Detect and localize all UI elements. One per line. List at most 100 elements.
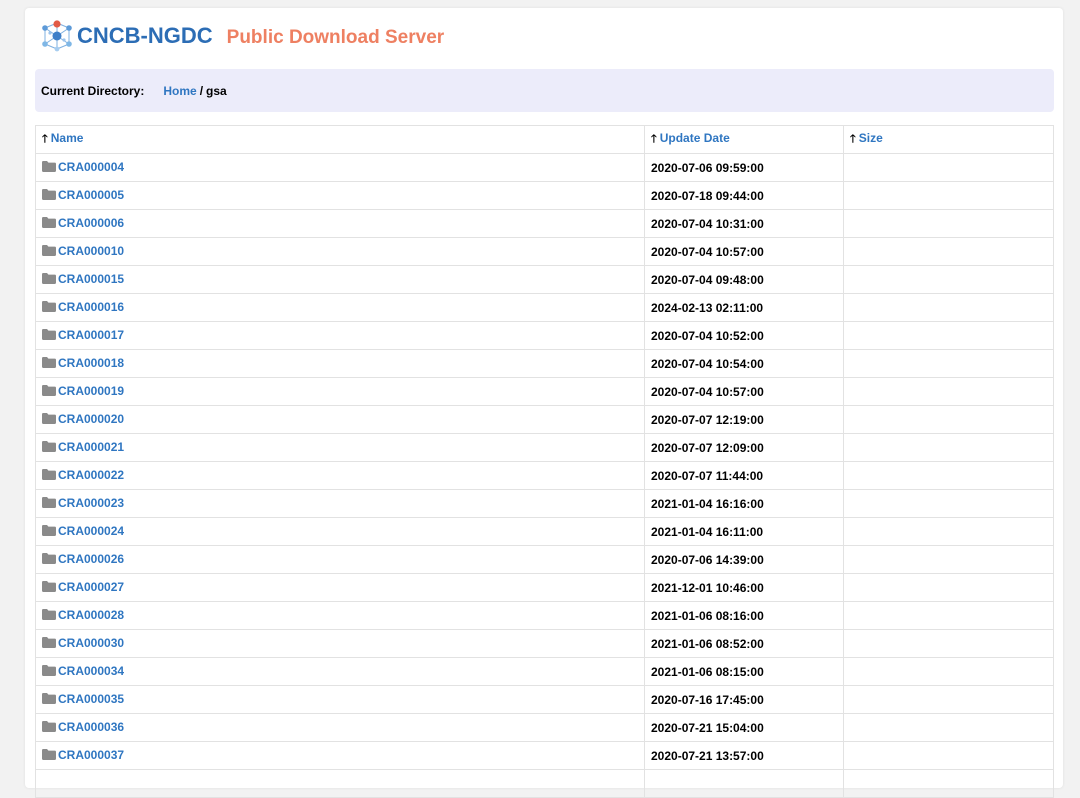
cell-update-date: 2020-07-18 09:44:00 (644, 181, 844, 210)
breadcrumb-home-link[interactable]: Home (163, 84, 196, 98)
folder-name: CRA000016 (58, 299, 125, 314)
folder-link[interactable]: CRA000016 (42, 300, 124, 314)
arrow-up-icon: 🡑 (850, 133, 856, 145)
folder-link[interactable]: CRA000017 (42, 328, 124, 342)
folder-icon (42, 245, 56, 257)
site-logo-text[interactable]: CNCB-NGDC (77, 23, 213, 49)
folder-link[interactable]: CRA000035 (42, 692, 124, 706)
folder-name: CRA000018 (58, 355, 125, 370)
cell-size (843, 769, 1054, 798)
folder-name: CRA000019 (58, 383, 125, 398)
folder-icon (42, 497, 56, 509)
cell-size (843, 461, 1054, 490)
column-header-name[interactable]: 🡑 Name (35, 125, 645, 154)
folder-link[interactable]: CRA000036 (42, 720, 124, 734)
folder-icon (42, 525, 56, 537)
folder-link[interactable]: CRA000023 (42, 496, 124, 510)
cell-update-date (644, 769, 844, 798)
cell-size (843, 517, 1054, 546)
cell-size (843, 601, 1054, 630)
table-row: CRA000037 2020-07-21 13:57:00 (35, 741, 1054, 770)
column-header-label: Name (50, 131, 84, 145)
table-header-row: 🡑 Name 🡑 Update Date 🡑 Size (35, 125, 1054, 154)
folder-link[interactable]: CRA000037 (42, 748, 124, 762)
folder-link[interactable]: CRA000022 (42, 468, 124, 482)
folder-link[interactable]: CRA000021 (42, 440, 124, 454)
folder-icon (42, 693, 56, 705)
cell-size (843, 573, 1054, 602)
cell-update-date: 2020-07-04 10:57:00 (644, 237, 844, 266)
folder-link[interactable]: CRA000027 (42, 580, 124, 594)
table-row: CRA000024 2021-01-04 16:11:00 (35, 517, 1054, 546)
cell-name: CRA000017 (35, 321, 645, 350)
cell-update-date: 2020-07-07 12:09:00 (644, 433, 844, 462)
cell-name: CRA000036 (35, 713, 645, 742)
folder-link[interactable]: CRA000034 (42, 664, 124, 678)
cell-size (843, 405, 1054, 434)
cell-name: CRA000035 (35, 685, 645, 714)
breadcrumb-separator: / (199, 83, 204, 98)
cell-name: CRA000015 (35, 265, 645, 294)
folder-icon (42, 749, 56, 761)
arrow-up-icon: 🡑 (42, 133, 48, 145)
cell-update-date: 2021-01-06 08:15:00 (644, 657, 844, 686)
cell-update-date: 2020-07-04 10:57:00 (644, 377, 844, 406)
table-row: CRA000027 2021-12-01 10:46:00 (35, 573, 1054, 602)
arrow-up-icon: 🡑 (651, 133, 657, 145)
folder-link[interactable]: CRA000010 (42, 244, 124, 258)
cell-size (843, 489, 1054, 518)
folder-name: CRA000023 (58, 495, 125, 510)
folder-link[interactable]: CRA000005 (42, 188, 124, 202)
folder-name: CRA000034 (58, 663, 125, 678)
breadcrumb-label: Current Directory: (41, 83, 145, 98)
folder-link[interactable]: CRA000004 (42, 160, 124, 174)
folder-link[interactable]: CRA000015 (42, 272, 124, 286)
folder-icon (42, 413, 56, 425)
table-row: CRA000004 2020-07-06 09:59:00 (35, 153, 1054, 182)
folder-icon (42, 217, 56, 229)
folder-icon (42, 665, 56, 677)
folder-link[interactable]: CRA000018 (42, 356, 124, 370)
folder-name: CRA000026 (58, 551, 125, 566)
folder-icon (42, 553, 56, 565)
cell-size (843, 545, 1054, 574)
table-row: CRA000028 2021-01-06 08:16:00 (35, 601, 1054, 630)
cell-name: CRA000026 (35, 545, 645, 574)
cell-update-date: 2020-07-06 14:39:00 (644, 545, 844, 574)
cell-size (843, 209, 1054, 238)
folder-link[interactable]: CRA000020 (42, 412, 124, 426)
folder-link[interactable]: CRA000024 (42, 524, 124, 538)
folder-icon (42, 161, 56, 173)
site-subtitle: Public Download Server (226, 26, 445, 48)
cell-size (843, 349, 1054, 378)
cell-update-date: 2020-07-04 09:48:00 (644, 265, 844, 294)
folder-link[interactable]: CRA000028 (42, 608, 124, 622)
cell-name: CRA000019 (35, 377, 645, 406)
cell-name: CRA000037 (35, 741, 645, 770)
folder-icon (42, 637, 56, 649)
table-body: CRA000004 2020-07-06 09:59:00 CRA000005 202… (35, 153, 1054, 798)
table-row: CRA000010 2020-07-04 10:57:00 (35, 237, 1054, 266)
table-row: CRA000017 2020-07-04 10:52:00 (35, 321, 1054, 350)
table-row: CRA000019 2020-07-04 10:57:00 (35, 377, 1054, 406)
folder-icon (42, 385, 56, 397)
file-listing-table: 🡑 Name 🡑 Update Date 🡑 Size CRA000004 2020-0… (35, 125, 1054, 798)
site-header: CNCB-NGDC Public Download Server (39, 20, 444, 52)
cell-name: CRA000016 (35, 293, 645, 322)
folder-link[interactable]: CRA000030 (42, 636, 124, 650)
column-header-size[interactable]: 🡑 Size (843, 125, 1054, 154)
folder-link[interactable]: CRA000019 (42, 384, 124, 398)
cell-size (843, 293, 1054, 322)
column-header-update-date[interactable]: 🡑 Update Date (644, 125, 844, 154)
cell-update-date: 2020-07-21 15:04:00 (644, 713, 844, 742)
breadcrumb: Current Directory: Home / gsa (35, 69, 1054, 112)
folder-link[interactable]: CRA000006 (42, 216, 124, 230)
table-row: CRA000018 2020-07-04 10:54:00 (35, 349, 1054, 378)
table-row: CRA000030 2021-01-06 08:52:00 (35, 629, 1054, 658)
cell-update-date: 2021-01-06 08:52:00 (644, 629, 844, 658)
table-row: CRA000036 2020-07-21 15:04:00 (35, 713, 1054, 742)
folder-name: CRA000006 (58, 215, 125, 230)
table-row (35, 769, 1054, 798)
folder-name: CRA000021 (58, 439, 125, 454)
folder-link[interactable]: CRA000026 (42, 552, 124, 566)
